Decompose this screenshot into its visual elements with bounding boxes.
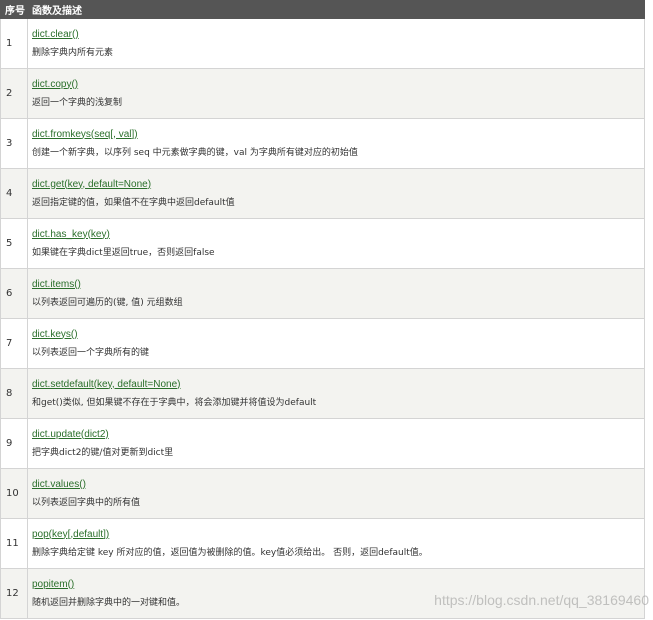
row-content: dict.get(key, default=None) 返回指定键的值，如果值不… bbox=[27, 168, 645, 219]
header-number: 序号 bbox=[0, 0, 28, 19]
function-link[interactable]: dict.fromkeys(seq[, val]) bbox=[32, 128, 644, 142]
row-content: popitem() 随机返回并删除字典中的一对键和值。 bbox=[27, 568, 645, 619]
row-content: dict.setdefault(key, default=None) 和get(… bbox=[27, 368, 645, 419]
table-row: 6 dict.items() 以列表返回可遍历的(键, 值) 元组数组 bbox=[0, 268, 645, 319]
row-number: 2 bbox=[0, 68, 28, 119]
row-content: dict.has_key(key) 如果键在字典dict里返回true，否则返回… bbox=[27, 218, 645, 269]
table-row: 1 dict.clear() 删除字典内所有元素 bbox=[0, 18, 645, 69]
function-description: 把字典dict2的键/值对更新到dict里 bbox=[32, 447, 174, 458]
table-row: 8 dict.setdefault(key, default=None) 和ge… bbox=[0, 368, 645, 419]
row-number: 5 bbox=[0, 218, 28, 269]
function-description: 以列表返回一个字典所有的键 bbox=[32, 347, 150, 358]
function-link[interactable]: dict.clear() bbox=[32, 28, 644, 42]
row-number: 11 bbox=[0, 518, 28, 569]
function-description: 随机返回并删除字典中的一对键和值。 bbox=[32, 597, 186, 608]
table-row: 4 dict.get(key, default=None) 返回指定键的值，如果… bbox=[0, 168, 645, 219]
function-description: 以列表返回可遍历的(键, 值) 元组数组 bbox=[32, 297, 183, 308]
row-content: dict.values() 以列表返回字典中的所有值 bbox=[27, 468, 645, 519]
function-description: 以列表返回字典中的所有值 bbox=[32, 497, 141, 508]
table-row: 12 popitem() 随机返回并删除字典中的一对键和值。 bbox=[0, 568, 645, 619]
row-number: 3 bbox=[0, 118, 28, 169]
row-content: dict.copy() 返回一个字典的浅复制 bbox=[27, 68, 645, 119]
function-description: 删除字典内所有元素 bbox=[32, 47, 114, 58]
function-description: 返回指定键的值，如果值不在字典中返回default值 bbox=[32, 197, 235, 208]
function-link[interactable]: dict.get(key, default=None) bbox=[32, 178, 644, 192]
row-number: 1 bbox=[0, 18, 28, 69]
function-link[interactable]: dict.copy() bbox=[32, 78, 644, 92]
table-row: 3 dict.fromkeys(seq[, val]) 创建一个新字典，以序列 … bbox=[0, 118, 645, 169]
dict-methods-table: 序号 函数及描述 1 dict.clear() 删除字典内所有元素 2 dict… bbox=[0, 0, 645, 619]
table-row: 11 pop(key[,default]) 删除字典给定键 key 所对应的值，… bbox=[0, 518, 645, 569]
function-description: 创建一个新字典，以序列 seq 中元素做字典的键，val 为字典所有键对应的初始… bbox=[32, 147, 358, 158]
function-link[interactable]: dict.items() bbox=[32, 278, 644, 292]
row-number: 12 bbox=[0, 568, 28, 619]
row-content: dict.keys() 以列表返回一个字典所有的键 bbox=[27, 318, 645, 369]
function-link[interactable]: popitem() bbox=[32, 578, 644, 592]
function-link[interactable]: dict.update(dict2) bbox=[32, 428, 644, 442]
row-number: 8 bbox=[0, 368, 28, 419]
table-row: 10 dict.values() 以列表返回字典中的所有值 bbox=[0, 468, 645, 519]
row-content: dict.clear() 删除字典内所有元素 bbox=[27, 18, 645, 69]
table-row: 7 dict.keys() 以列表返回一个字典所有的键 bbox=[0, 318, 645, 369]
table-row: 2 dict.copy() 返回一个字典的浅复制 bbox=[0, 68, 645, 119]
table-row: 9 dict.update(dict2) 把字典dict2的键/值对更新到dic… bbox=[0, 418, 645, 469]
row-content: dict.fromkeys(seq[, val]) 创建一个新字典，以序列 se… bbox=[27, 118, 645, 169]
header-function-description: 函数及描述 bbox=[27, 0, 645, 19]
row-number: 10 bbox=[0, 468, 28, 519]
row-number: 9 bbox=[0, 418, 28, 469]
function-link[interactable]: dict.setdefault(key, default=None) bbox=[32, 378, 644, 392]
row-number: 7 bbox=[0, 318, 28, 369]
function-link[interactable]: dict.has_key(key) bbox=[32, 228, 644, 242]
table-header-row: 序号 函数及描述 bbox=[0, 0, 645, 19]
function-description: 删除字典给定键 key 所对应的值，返回值为被删除的值。key值必须给出。 否则… bbox=[32, 547, 428, 558]
row-number: 4 bbox=[0, 168, 28, 219]
function-description: 返回一个字典的浅复制 bbox=[32, 97, 123, 108]
row-number: 6 bbox=[0, 268, 28, 319]
row-content: dict.items() 以列表返回可遍历的(键, 值) 元组数组 bbox=[27, 268, 645, 319]
function-link[interactable]: pop(key[,default]) bbox=[32, 528, 644, 542]
function-link[interactable]: dict.keys() bbox=[32, 328, 644, 342]
function-description: 和get()类似, 但如果键不存在于字典中，将会添加键并将值设为default bbox=[32, 397, 317, 408]
row-content: dict.update(dict2) 把字典dict2的键/值对更新到dict里 bbox=[27, 418, 645, 469]
function-description: 如果键在字典dict里返回true，否则返回false bbox=[32, 247, 215, 258]
table-row: 5 dict.has_key(key) 如果键在字典dict里返回true，否则… bbox=[0, 218, 645, 269]
row-content: pop(key[,default]) 删除字典给定键 key 所对应的值，返回值… bbox=[27, 518, 645, 569]
function-link[interactable]: dict.values() bbox=[32, 478, 644, 492]
